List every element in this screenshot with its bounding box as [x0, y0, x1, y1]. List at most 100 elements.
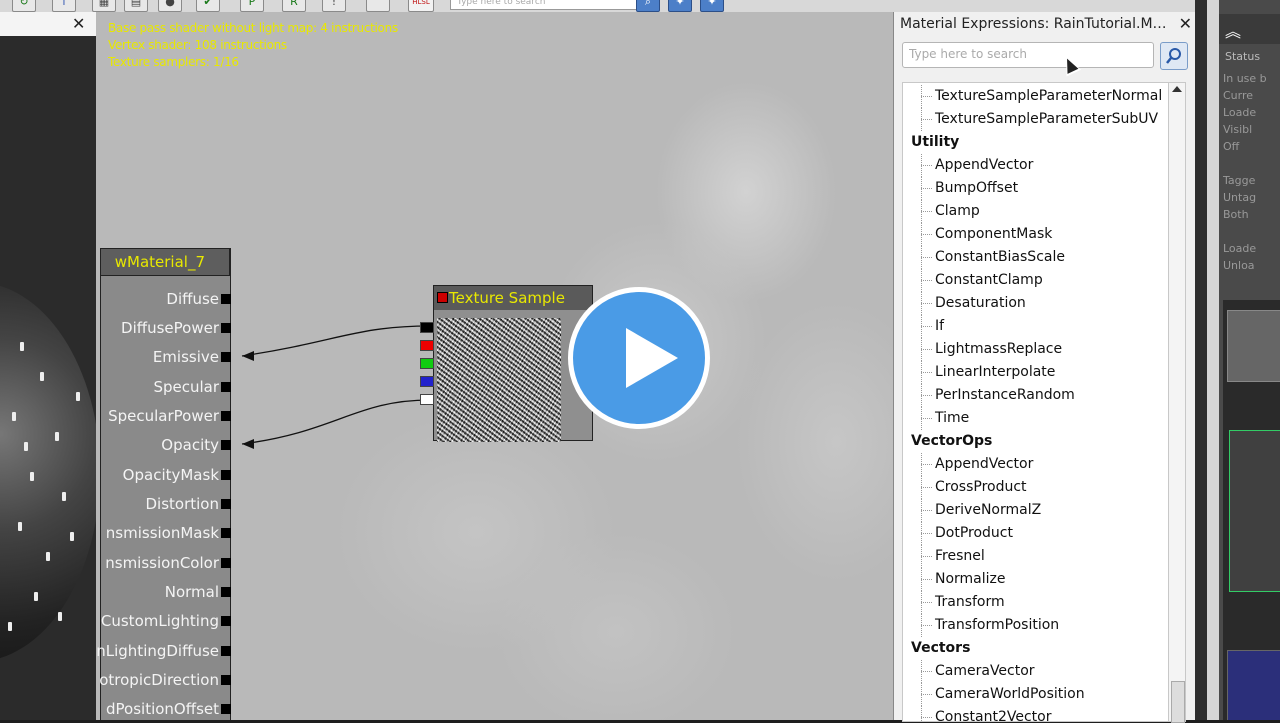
tree-category[interactable]: Vectors: [903, 637, 1169, 660]
material-input-pin[interactable]: Normal: [96, 582, 231, 602]
magnifier-icon: [1166, 48, 1181, 64]
preview-header: ✕: [0, 12, 96, 36]
material-input-pin[interactable]: Opacity: [96, 435, 231, 455]
tree-scrollbar[interactable]: [1168, 82, 1186, 723]
material-node-title[interactable]: wMaterial_7: [100, 248, 230, 276]
texture-sample-title[interactable]: Texture Sample: [434, 286, 592, 310]
toolbar-hlsl-button[interactable]: HLSL: [408, 0, 434, 12]
tree-category[interactable]: VectorOps: [903, 430, 1169, 453]
tree-item[interactable]: Fresnel: [903, 545, 1169, 568]
scroll-thumb[interactable]: [1171, 681, 1185, 723]
tree-item[interactable]: Normalize: [903, 568, 1169, 591]
side-option[interactable]: Visibl: [1223, 121, 1267, 138]
toolbar-p-icon[interactable]: P: [240, 0, 264, 12]
toolbar-options-icon[interactable]: ✦: [700, 0, 724, 12]
side-option[interactable]: Untag: [1223, 189, 1267, 206]
tree-item[interactable]: DotProduct: [903, 522, 1169, 545]
texture-output-red-pin[interactable]: [420, 340, 434, 351]
toolbar-grid-icon[interactable]: ▦: [92, 0, 116, 12]
video-play-button[interactable]: [568, 287, 710, 429]
toolbar-apply-icon[interactable]: ✔: [196, 0, 220, 12]
material-input-pin[interactable]: Specular: [96, 377, 231, 397]
tree-item[interactable]: LinearInterpolate: [903, 361, 1169, 384]
toolbar-filter-icon[interactable]: ✦: [668, 0, 692, 12]
tree-item[interactable]: AppendVector: [903, 154, 1169, 177]
close-icon[interactable]: ✕: [1179, 12, 1192, 36]
material-input-pin[interactable]: CustomLighting: [96, 611, 231, 631]
material-result-node[interactable]: Diffuse DiffusePower Emissive Specular S…: [96, 248, 231, 720]
expressions-search-box[interactable]: [902, 42, 1154, 68]
tree-item[interactable]: Time: [903, 407, 1169, 430]
tree-item[interactable]: TransformPosition: [903, 614, 1169, 637]
material-graph-canvas[interactable]: Base pass shader without light map: 4 in…: [96, 12, 893, 720]
tree-item[interactable]: ComponentMask: [903, 223, 1169, 246]
side-thumbnail[interactable]: [1227, 310, 1280, 382]
tree-item[interactable]: AppendVector: [903, 453, 1169, 476]
material-input-pin[interactable]: SpecularPower: [96, 406, 231, 426]
tree-item[interactable]: LightmassReplace: [903, 338, 1169, 361]
material-input-pin[interactable]: OpacityMask: [96, 465, 231, 485]
tree-item[interactable]: DeriveNormalZ: [903, 499, 1169, 522]
tree-item[interactable]: Clamp: [903, 200, 1169, 223]
side-thumbnail[interactable]: [1227, 650, 1280, 720]
material-expressions-panel: Material Expressions: RainTutorial.Mater…: [893, 12, 1196, 723]
material-input-pin[interactable]: nsmissionMask: [96, 523, 231, 543]
tree-item[interactable]: ConstantBiasScale: [903, 246, 1169, 269]
preview-toggle-icon[interactable]: [437, 292, 448, 303]
material-input-pin[interactable]: Emissive: [96, 347, 231, 367]
side-option[interactable]: Curre: [1223, 87, 1267, 104]
preview-sphere[interactable]: [0, 282, 96, 662]
side-option[interactable]: Tagge: [1223, 172, 1267, 189]
side-option[interactable]: Unloa: [1223, 257, 1267, 274]
toolbar-sphere-icon[interactable]: ●: [158, 0, 182, 12]
toolbar-pin-icon[interactable]: !: [322, 0, 346, 12]
tree-item[interactable]: Desaturation: [903, 292, 1169, 315]
side-option: [1223, 223, 1267, 240]
texture-output-blue-pin[interactable]: [420, 376, 434, 387]
toolbar-search-icon[interactable]: ⌕: [636, 0, 660, 12]
material-input-pin[interactable]: Distortion: [96, 494, 231, 514]
tree-item[interactable]: CrossProduct: [903, 476, 1169, 499]
toolbar-refresh-icon[interactable]: ↻: [12, 0, 36, 12]
toolbar-blank-button[interactable]: [366, 0, 390, 12]
expressions-panel-title-bar: Material Expressions: RainTutorial.Mater…: [894, 12, 1196, 36]
close-icon[interactable]: ✕: [72, 14, 85, 33]
wire-opacity: [241, 399, 431, 445]
expressions-search-input[interactable]: [907, 46, 1151, 62]
tree-item[interactable]: Transform: [903, 591, 1169, 614]
side-option[interactable]: Loade: [1223, 104, 1267, 121]
scroll-up-icon[interactable]: [1172, 86, 1182, 92]
tree-item[interactable]: If: [903, 315, 1169, 338]
side-option[interactable]: Loade: [1223, 240, 1267, 257]
toolbar-arrow-icon[interactable]: ↑: [52, 0, 76, 12]
material-input-pin[interactable]: otropicDirection: [96, 670, 231, 690]
tree-item[interactable]: BumpOffset: [903, 177, 1169, 200]
texture-output-alpha-pin[interactable]: [420, 394, 434, 405]
material-input-pin[interactable]: nLightingDiffuse: [96, 641, 231, 661]
texture-output-rgb-pin[interactable]: [420, 322, 434, 333]
tree-item[interactable]: CameraWorldPosition: [903, 683, 1169, 706]
tree-item[interactable]: CameraVector: [903, 660, 1169, 683]
search-icon[interactable]: [1160, 42, 1188, 70]
toolbar-stats-icon[interactable]: ▤: [124, 0, 148, 12]
tree-item[interactable]: PerInstanceRandom: [903, 384, 1169, 407]
tree-item[interactable]: ConstantClamp: [903, 269, 1169, 292]
material-input-pin[interactable]: dPositionOffset: [96, 699, 231, 719]
side-option[interactable]: Both: [1223, 206, 1267, 223]
chevron-up-double-icon[interactable]: ︽: [1225, 18, 1241, 42]
side-thumbnail-selected[interactable]: [1229, 430, 1280, 592]
toolbar-r-icon[interactable]: R: [282, 0, 306, 12]
tree-category[interactable]: Utility: [903, 131, 1169, 154]
material-input-pin[interactable]: DiffusePower: [96, 318, 231, 338]
texture-output-green-pin[interactable]: [420, 358, 434, 369]
tree-item[interactable]: TextureSampleParameterSubUV: [903, 108, 1169, 131]
material-input-pin[interactable]: Diffuse: [96, 289, 231, 309]
scene-side-panel: ︽ Status In use b Curre Loade Visibl Off…: [1195, 0, 1280, 720]
tree-item[interactable]: TextureSampleParameterNormal: [903, 85, 1169, 108]
material-input-pin[interactable]: nsmissionColor: [96, 553, 231, 573]
side-option[interactable]: Off: [1223, 138, 1267, 155]
expressions-tree[interactable]: TextureSampleParameterNormal TextureSampl…: [902, 82, 1170, 722]
side-status-label: Status: [1225, 50, 1261, 63]
toolbar-search-input[interactable]: Type here to search: [450, 0, 638, 10]
side-option: [1223, 155, 1267, 172]
